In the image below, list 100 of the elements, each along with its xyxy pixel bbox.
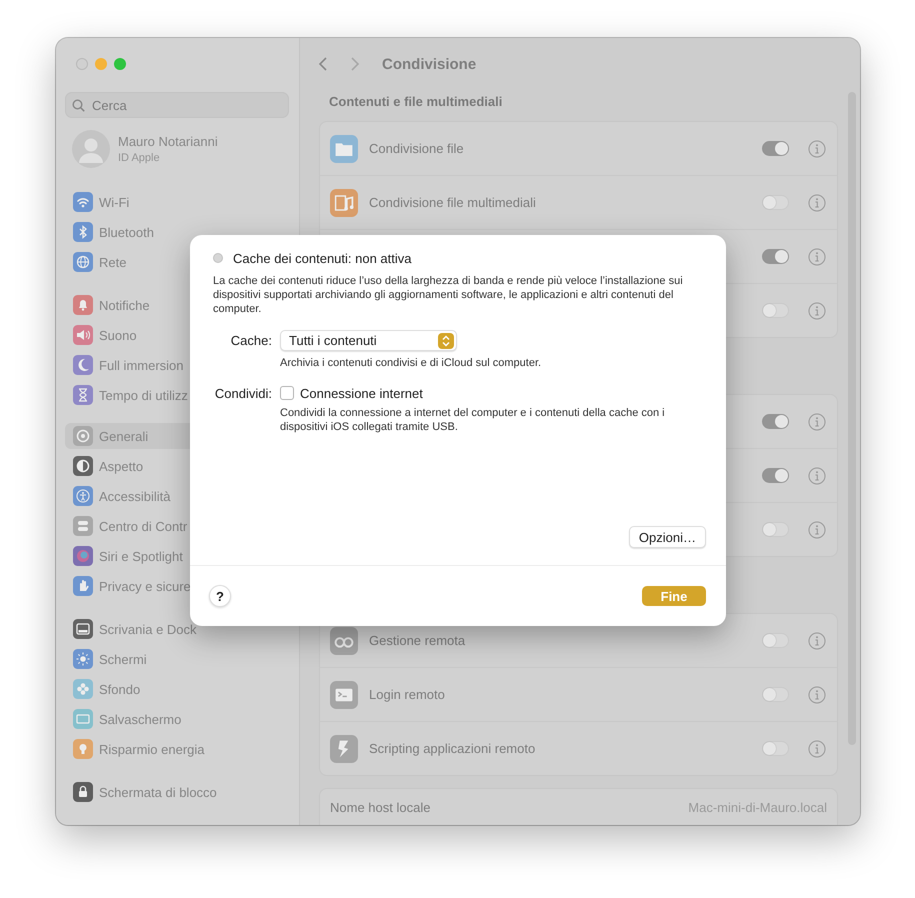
info-icon[interactable] xyxy=(808,740,826,758)
info-icon[interactable] xyxy=(808,412,826,430)
hand-icon xyxy=(73,576,93,596)
status-text: Cache dei contenuti: non attiva xyxy=(233,250,412,266)
chevron-right-icon[interactable] xyxy=(350,56,360,72)
toggle-switch[interactable] xyxy=(762,687,789,702)
item-label: Rete xyxy=(99,254,126,270)
item-label: Siri e Spotlight xyxy=(99,548,183,564)
globe-icon xyxy=(73,252,93,272)
profile-name: Mauro Notarianni xyxy=(118,134,218,149)
gear-icon xyxy=(73,426,93,446)
bulb-icon xyxy=(73,739,93,759)
item-label: Generali xyxy=(99,428,148,444)
orb-icon xyxy=(73,546,93,566)
dock-icon xyxy=(73,619,93,639)
info-icon[interactable] xyxy=(808,248,826,266)
item-label: Privacy e sicure xyxy=(99,578,191,594)
options-button[interactable]: Opzioni… xyxy=(628,526,706,548)
sidebar-item[interactable]: Salvaschermo xyxy=(65,704,299,734)
contrast-icon xyxy=(73,456,93,476)
hint-text: Archivia i contenuti condivisi e di iCloud sul computer. xyxy=(280,356,542,370)
toggle-switch[interactable] xyxy=(762,468,789,483)
sidebar-item[interactable]: Accessibilità xyxy=(65,481,299,511)
row-label: Gestione remota xyxy=(369,633,466,648)
toggle-switch[interactable] xyxy=(762,522,789,537)
info-icon[interactable] xyxy=(808,302,826,320)
item-label: Centro di Contr xyxy=(99,518,188,534)
checkbox-label[interactable]: Connessione internet xyxy=(300,386,423,400)
item-label: Bluetooth xyxy=(99,224,154,240)
info-icon[interactable] xyxy=(808,466,826,484)
description-text: La cache dei contenuti riduce l’uso della larghezza di banda e rende più veloce l’installazione sui dispositivi supportati archiviando gli aggiornamenti software, le applicazioni e altri contenuti del computer. xyxy=(213,274,684,316)
sidebar-item[interactable]: Risparmio energia xyxy=(65,734,299,764)
sidebar-item[interactable]: Wi-Fi xyxy=(65,187,299,217)
folder-icon xyxy=(330,134,358,162)
flower-icon xyxy=(73,679,93,699)
sidebar-item[interactable]: Sfondo xyxy=(65,674,299,704)
field-label: Condividi: xyxy=(214,386,272,400)
accessibility-icon xyxy=(73,486,93,506)
bell-icon xyxy=(73,295,93,315)
switches-icon xyxy=(73,516,93,536)
binoculars-icon xyxy=(330,626,358,654)
info-icon[interactable] xyxy=(808,140,826,158)
item-label: Risparmio energia xyxy=(99,742,204,756)
toggle-switch[interactable] xyxy=(762,195,789,210)
item-label: Notifiche xyxy=(99,298,150,312)
item-label: Schermata di blocco xyxy=(99,784,217,800)
section-heading: Contenuti e file multimediali xyxy=(329,93,504,111)
sidebar-item[interactable]: Schermata di blocco xyxy=(65,777,299,807)
sidebar-item[interactable]: Bluetooth xyxy=(65,217,299,247)
item-label: Tempo di utilizz xyxy=(99,388,188,402)
item-label: Suono xyxy=(99,328,137,342)
checkbox[interactable] xyxy=(280,386,294,400)
popup-button[interactable]: Tutti i contenuti xyxy=(280,330,457,351)
info-icon[interactable] xyxy=(808,194,826,212)
item-label: Full immersion xyxy=(99,358,184,372)
toggle-switch[interactable] xyxy=(762,741,789,756)
screen-icon xyxy=(73,709,93,729)
item-label: Schermi xyxy=(99,652,147,666)
sidebar-item[interactable]: Siri e Spotlight xyxy=(65,541,299,571)
profile-subtitle: ID Apple xyxy=(118,152,161,164)
info-icon[interactable] xyxy=(808,632,826,650)
sidebar-item[interactable]: Schermi xyxy=(65,644,299,674)
row-label: Condivisione file xyxy=(369,141,464,156)
sidebar-item[interactable]: Aspetto xyxy=(65,451,299,481)
speaker-icon xyxy=(73,325,93,345)
lock-icon xyxy=(73,782,93,802)
hourglass-icon xyxy=(73,385,93,405)
search-field[interactable]: Cerca xyxy=(65,92,289,118)
avatar-icon xyxy=(72,130,110,168)
row-label: Login remoto xyxy=(369,687,445,702)
sun-icon xyxy=(73,649,93,669)
row-label: Scripting applicazioni remoto xyxy=(369,741,536,756)
stepper-icon xyxy=(438,332,454,348)
done-button[interactable]: Fine xyxy=(642,586,706,606)
sidebar-item[interactable]: Scrivania e Dock xyxy=(65,614,299,644)
item-label: Accessibilità xyxy=(99,488,171,504)
item-label: Wi-Fi xyxy=(99,194,130,210)
toggle-switch[interactable] xyxy=(762,303,789,318)
item-label: Scrivania e Dock xyxy=(99,622,197,636)
chevron-left-icon[interactable] xyxy=(318,56,328,72)
item-label: Sfondo xyxy=(99,682,140,696)
toggle-switch[interactable] xyxy=(762,249,789,264)
info-icon[interactable] xyxy=(808,686,826,704)
sidebar-item[interactable]: Centro di Contr xyxy=(65,511,299,541)
item-label: Aspetto xyxy=(99,458,144,474)
page-title: Condivisione xyxy=(382,56,476,72)
info-icon[interactable] xyxy=(808,520,826,538)
music-folder-icon xyxy=(330,188,358,216)
help-button[interactable]: ? xyxy=(209,585,231,607)
row-label: Condivisione file multimediali xyxy=(369,195,536,210)
row-label: Nome host locale xyxy=(330,800,430,814)
item-label: Salvaschermo xyxy=(99,712,182,726)
bluetooth-icon xyxy=(73,222,93,242)
moon-icon xyxy=(73,355,93,375)
wifi-icon xyxy=(73,192,93,212)
terminal-icon xyxy=(330,680,358,708)
toggle-switch[interactable] xyxy=(762,633,789,648)
toggle-switch[interactable] xyxy=(762,414,789,429)
toggle-switch[interactable] xyxy=(762,141,789,156)
field-label: Cache: xyxy=(230,333,272,348)
